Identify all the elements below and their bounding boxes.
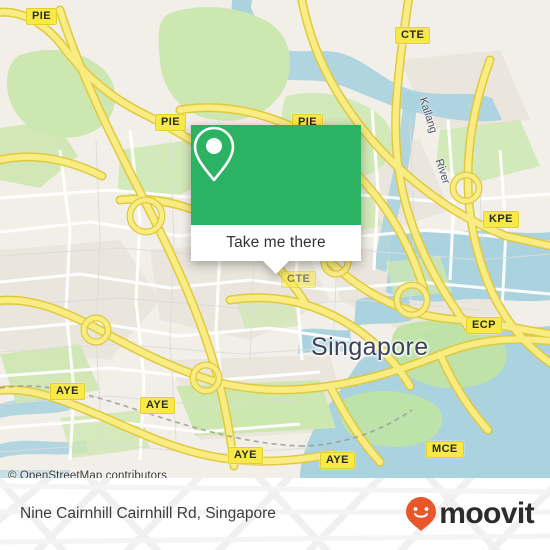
highway-shield: PIE xyxy=(26,8,57,25)
moovit-logo[interactable]: moovit xyxy=(405,496,535,532)
location-callout-card[interactable]: Take me there xyxy=(191,125,361,274)
highway-shield: PIE xyxy=(155,114,186,131)
take-me-there-label: Take me there xyxy=(226,234,326,251)
moovit-wordmark: moovit xyxy=(439,497,534,530)
callout-header xyxy=(191,125,361,225)
location-pin-icon xyxy=(193,126,235,182)
moovit-pin-icon xyxy=(406,497,437,531)
map-river-label: Kallang River xyxy=(416,96,453,186)
screenshot-frame: Singapore Kallang River PIE PIE PIE CTE … xyxy=(0,0,550,550)
highway-shield: KPE xyxy=(483,211,519,228)
highway-shield: AYE xyxy=(320,452,355,469)
map-city-label: Singapore xyxy=(311,333,429,361)
map-attribution[interactable]: © OpenStreetMap contributors xyxy=(8,470,167,478)
callout-pointer xyxy=(263,261,289,274)
highway-shield: AYE xyxy=(50,383,85,400)
take-me-there-button[interactable]: Take me there xyxy=(191,225,361,261)
highway-shield: CTE xyxy=(395,27,431,44)
highway-shield: AYE xyxy=(228,447,263,464)
map-canvas[interactable]: Singapore Kallang River PIE PIE PIE CTE … xyxy=(0,0,550,478)
place-title: Nine Cairnhill Cairnhill Rd, Singapore xyxy=(20,505,276,522)
highway-shield: MCE xyxy=(426,441,464,458)
highway-shield: AYE xyxy=(140,397,175,414)
footer-bar: Nine Cairnhill Cairnhill Rd, Singapore m… xyxy=(0,478,550,550)
highway-shield: ECP xyxy=(466,317,502,334)
